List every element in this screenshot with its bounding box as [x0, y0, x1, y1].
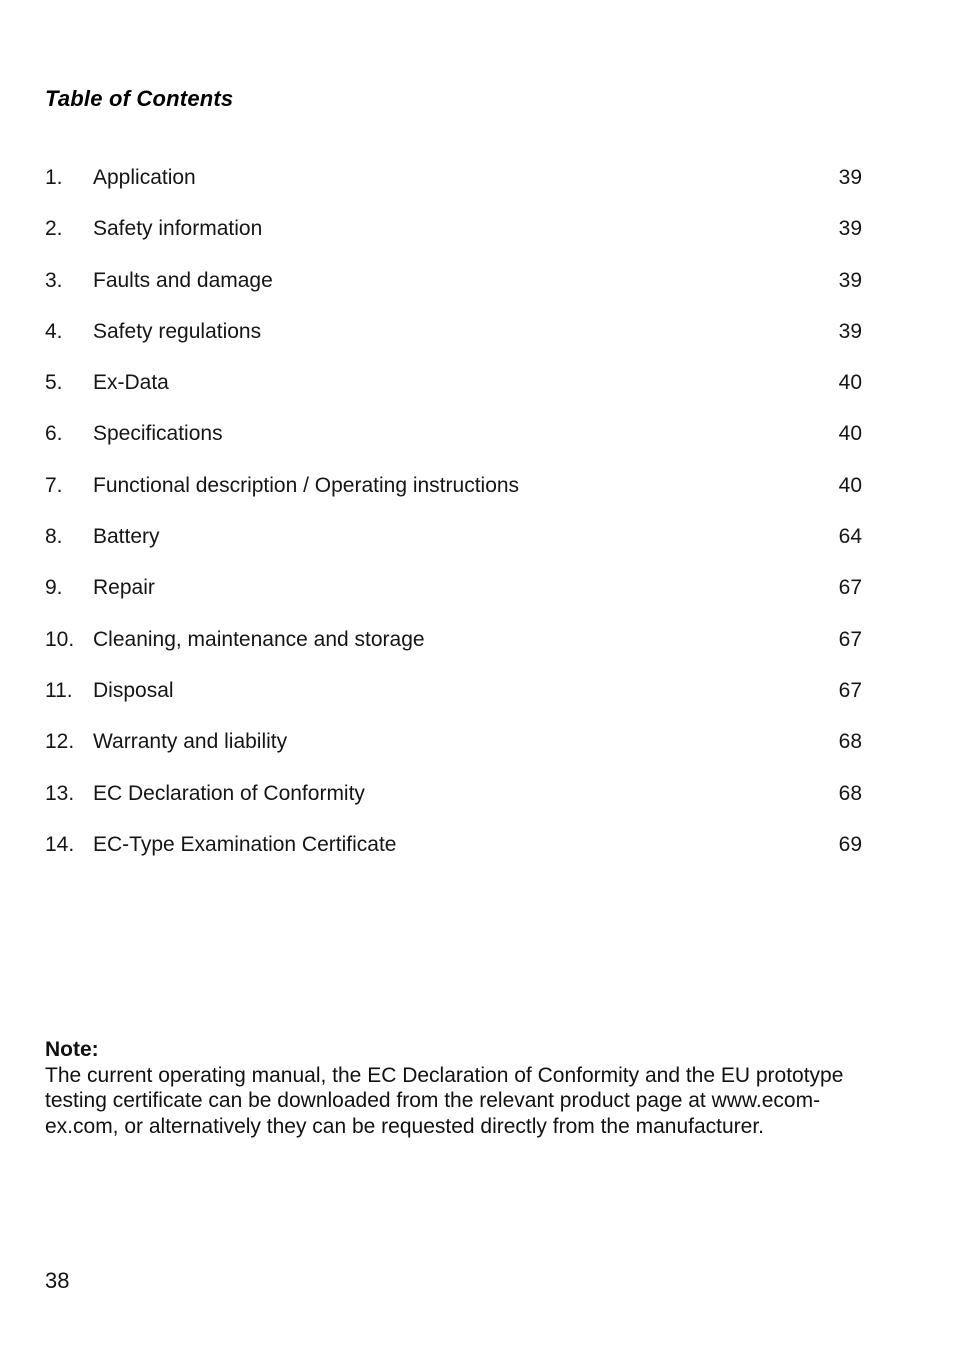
- toc-entry-page: 67: [838, 627, 862, 651]
- toc-entry[interactable]: 8. Battery 64: [45, 521, 862, 572]
- toc-entry-page: 39: [838, 268, 862, 292]
- toc-entry[interactable]: 12. Warranty and liability 68: [45, 726, 862, 777]
- toc-entry[interactable]: 5. Ex-Data 40: [45, 367, 862, 418]
- toc-entry-page: 40: [838, 422, 862, 446]
- toc-entry[interactable]: 9. Repair 67: [45, 572, 862, 623]
- toc-entry-label: Ex-Data: [93, 371, 169, 395]
- toc-entry-page: 40: [838, 473, 862, 497]
- note-heading: Note:: [45, 1038, 99, 1061]
- toc-entry[interactable]: 2. Safety information 39: [45, 213, 862, 264]
- toc-entry-number: 6.: [45, 422, 63, 446]
- toc-entry-label: Functional description / Operating instr…: [93, 473, 520, 497]
- toc-entry-label: EC Declaration of Conformity: [93, 781, 365, 805]
- toc-entry-number: 14.: [45, 832, 75, 856]
- toc-entry-number: 9.: [45, 576, 63, 600]
- toc-entry[interactable]: 13. EC Declaration of Conformity 68: [45, 778, 862, 829]
- toc-entry[interactable]: 6. Specifications 40: [45, 418, 862, 469]
- toc-entry-number: 11.: [45, 678, 73, 702]
- page-number: 38: [45, 1268, 70, 1293]
- toc-entry[interactable]: 4. Safety regulations 39: [45, 316, 862, 367]
- toc-entry-page: 39: [838, 217, 862, 241]
- note-section: Note: The current operating manual, the …: [45, 1037, 865, 1139]
- toc-entry-label: Repair: [93, 576, 155, 600]
- toc-entry-number: 4.: [45, 319, 63, 343]
- toc-title: Table of Contents: [45, 86, 234, 111]
- toc-entry[interactable]: 3. Faults and damage 39: [45, 265, 862, 316]
- toc-entry-label: Safety information: [93, 217, 263, 241]
- toc-entry-label: Warranty and liability: [93, 730, 288, 754]
- toc-entry-page: 69: [838, 832, 862, 856]
- toc-entry-label: Disposal: [93, 678, 174, 702]
- toc-entry[interactable]: 10. Cleaning, maintenance and storage 67: [45, 624, 862, 675]
- toc-entry-page: 40: [838, 371, 862, 395]
- toc-entry-label: Battery: [93, 525, 160, 549]
- toc-entry-label: Specifications: [93, 422, 223, 446]
- toc-entry-label: Safety regulations: [93, 319, 262, 343]
- note-body: The current operating manual, the EC Dec…: [45, 1063, 844, 1138]
- toc-entry-number: 3.: [45, 268, 63, 292]
- toc-entry[interactable]: 14. EC-Type Examination Certificate 69: [45, 829, 862, 880]
- toc-entry-page: 39: [838, 319, 862, 343]
- toc-entry-number: 2.: [45, 217, 63, 241]
- toc-entry-page: 39: [838, 166, 862, 189]
- toc-entry-page: 68: [838, 730, 862, 754]
- toc-entry-label: Cleaning, maintenance and storage: [93, 627, 425, 651]
- toc-entry-label: EC-Type Examination Certificate: [93, 832, 397, 856]
- toc-entry-number: 12.: [45, 730, 75, 754]
- toc-entry[interactable]: 11. Disposal 67: [45, 675, 862, 726]
- toc-entry[interactable]: 7. Functional description / Operating in…: [45, 470, 862, 521]
- toc-list: 1. Application 39 2. Safety information …: [45, 162, 862, 880]
- toc-entry-page: 64: [838, 525, 862, 549]
- toc-entry-page: 67: [838, 576, 862, 600]
- toc-entry-number: 8.: [45, 525, 63, 549]
- toc-entry-number: 5.: [45, 371, 63, 395]
- toc-entry-number: 7.: [45, 473, 63, 497]
- toc-entry[interactable]: 1. Application 39: [45, 162, 862, 213]
- toc-entry-label: Application: [93, 166, 196, 189]
- toc-entry-number: 10.: [45, 627, 75, 651]
- toc-entry-page: 68: [838, 781, 862, 805]
- toc-entry-number: 1.: [45, 166, 63, 189]
- toc-entry-label: Faults and damage: [93, 268, 273, 292]
- document-page: Table of Contents 1. Application 39 2. S…: [0, 0, 954, 1345]
- toc-entry-number: 13.: [45, 781, 75, 805]
- toc-entry-page: 67: [838, 678, 862, 702]
